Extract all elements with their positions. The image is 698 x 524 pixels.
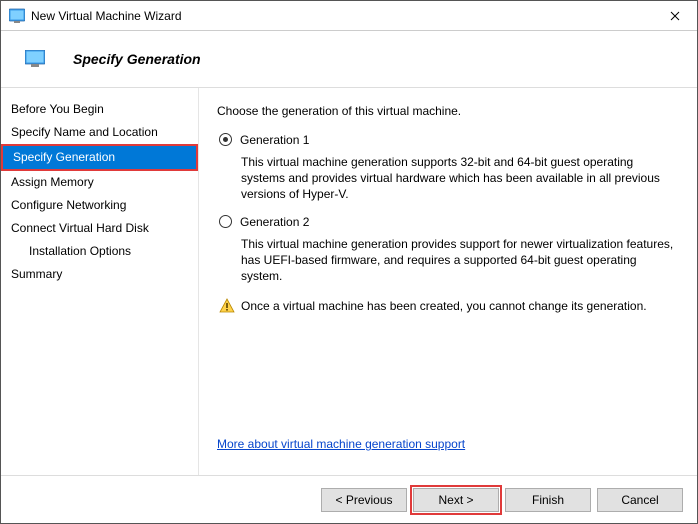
warning-icon bbox=[219, 298, 235, 314]
radio-generation-2[interactable] bbox=[219, 215, 232, 228]
titlebar: New Virtual Machine Wizard bbox=[1, 1, 697, 31]
cancel-button[interactable]: Cancel bbox=[597, 488, 683, 512]
sidebar-item-specify-generation[interactable]: Specify Generation bbox=[1, 144, 198, 171]
sidebar-item-specify-name-location[interactable]: Specify Name and Location bbox=[1, 121, 198, 144]
window-title: New Virtual Machine Wizard bbox=[31, 9, 652, 23]
wizard-header: Specify Generation bbox=[1, 31, 697, 87]
next-button[interactable]: Next > bbox=[413, 488, 499, 512]
wizard-icon bbox=[25, 50, 45, 68]
generation-1-description: This virtual machine generation supports… bbox=[241, 154, 679, 202]
more-link-container: More about virtual machine generation su… bbox=[217, 437, 679, 451]
sidebar-item-summary[interactable]: Summary bbox=[1, 263, 198, 286]
wizard-footer: < Previous Next > Finish Cancel bbox=[1, 475, 697, 523]
generation-2-option[interactable]: Generation 2 bbox=[217, 214, 679, 230]
page-title: Specify Generation bbox=[73, 51, 201, 67]
wizard-steps-sidebar: Before You Begin Specify Name and Locati… bbox=[1, 88, 199, 475]
close-button[interactable] bbox=[652, 1, 697, 31]
content-intro: Choose the generation of this virtual ma… bbox=[217, 104, 679, 118]
more-about-link[interactable]: More about virtual machine generation su… bbox=[217, 437, 465, 451]
sidebar-item-installation-options[interactable]: Installation Options bbox=[1, 240, 198, 263]
wizard-content: Choose the generation of this virtual ma… bbox=[199, 88, 697, 475]
previous-button[interactable]: < Previous bbox=[321, 488, 407, 512]
wizard-body: Before You Begin Specify Name and Locati… bbox=[1, 88, 697, 475]
sidebar-item-configure-networking[interactable]: Configure Networking bbox=[1, 194, 198, 217]
sidebar-item-connect-vhd[interactable]: Connect Virtual Hard Disk bbox=[1, 217, 198, 240]
sidebar-item-before-you-begin[interactable]: Before You Begin bbox=[1, 98, 198, 121]
warning-text: Once a virtual machine has been created,… bbox=[241, 298, 647, 314]
finish-button[interactable]: Finish bbox=[505, 488, 591, 512]
generation-1-label: Generation 1 bbox=[240, 132, 309, 148]
generation-2-description: This virtual machine generation provides… bbox=[241, 236, 679, 284]
sidebar-item-assign-memory[interactable]: Assign Memory bbox=[1, 171, 198, 194]
generation-2-label: Generation 2 bbox=[240, 214, 309, 230]
warning-row: Once a virtual machine has been created,… bbox=[219, 298, 679, 314]
app-icon bbox=[9, 8, 25, 24]
generation-1-option[interactable]: Generation 1 bbox=[217, 132, 679, 148]
radio-generation-1[interactable] bbox=[219, 133, 232, 146]
